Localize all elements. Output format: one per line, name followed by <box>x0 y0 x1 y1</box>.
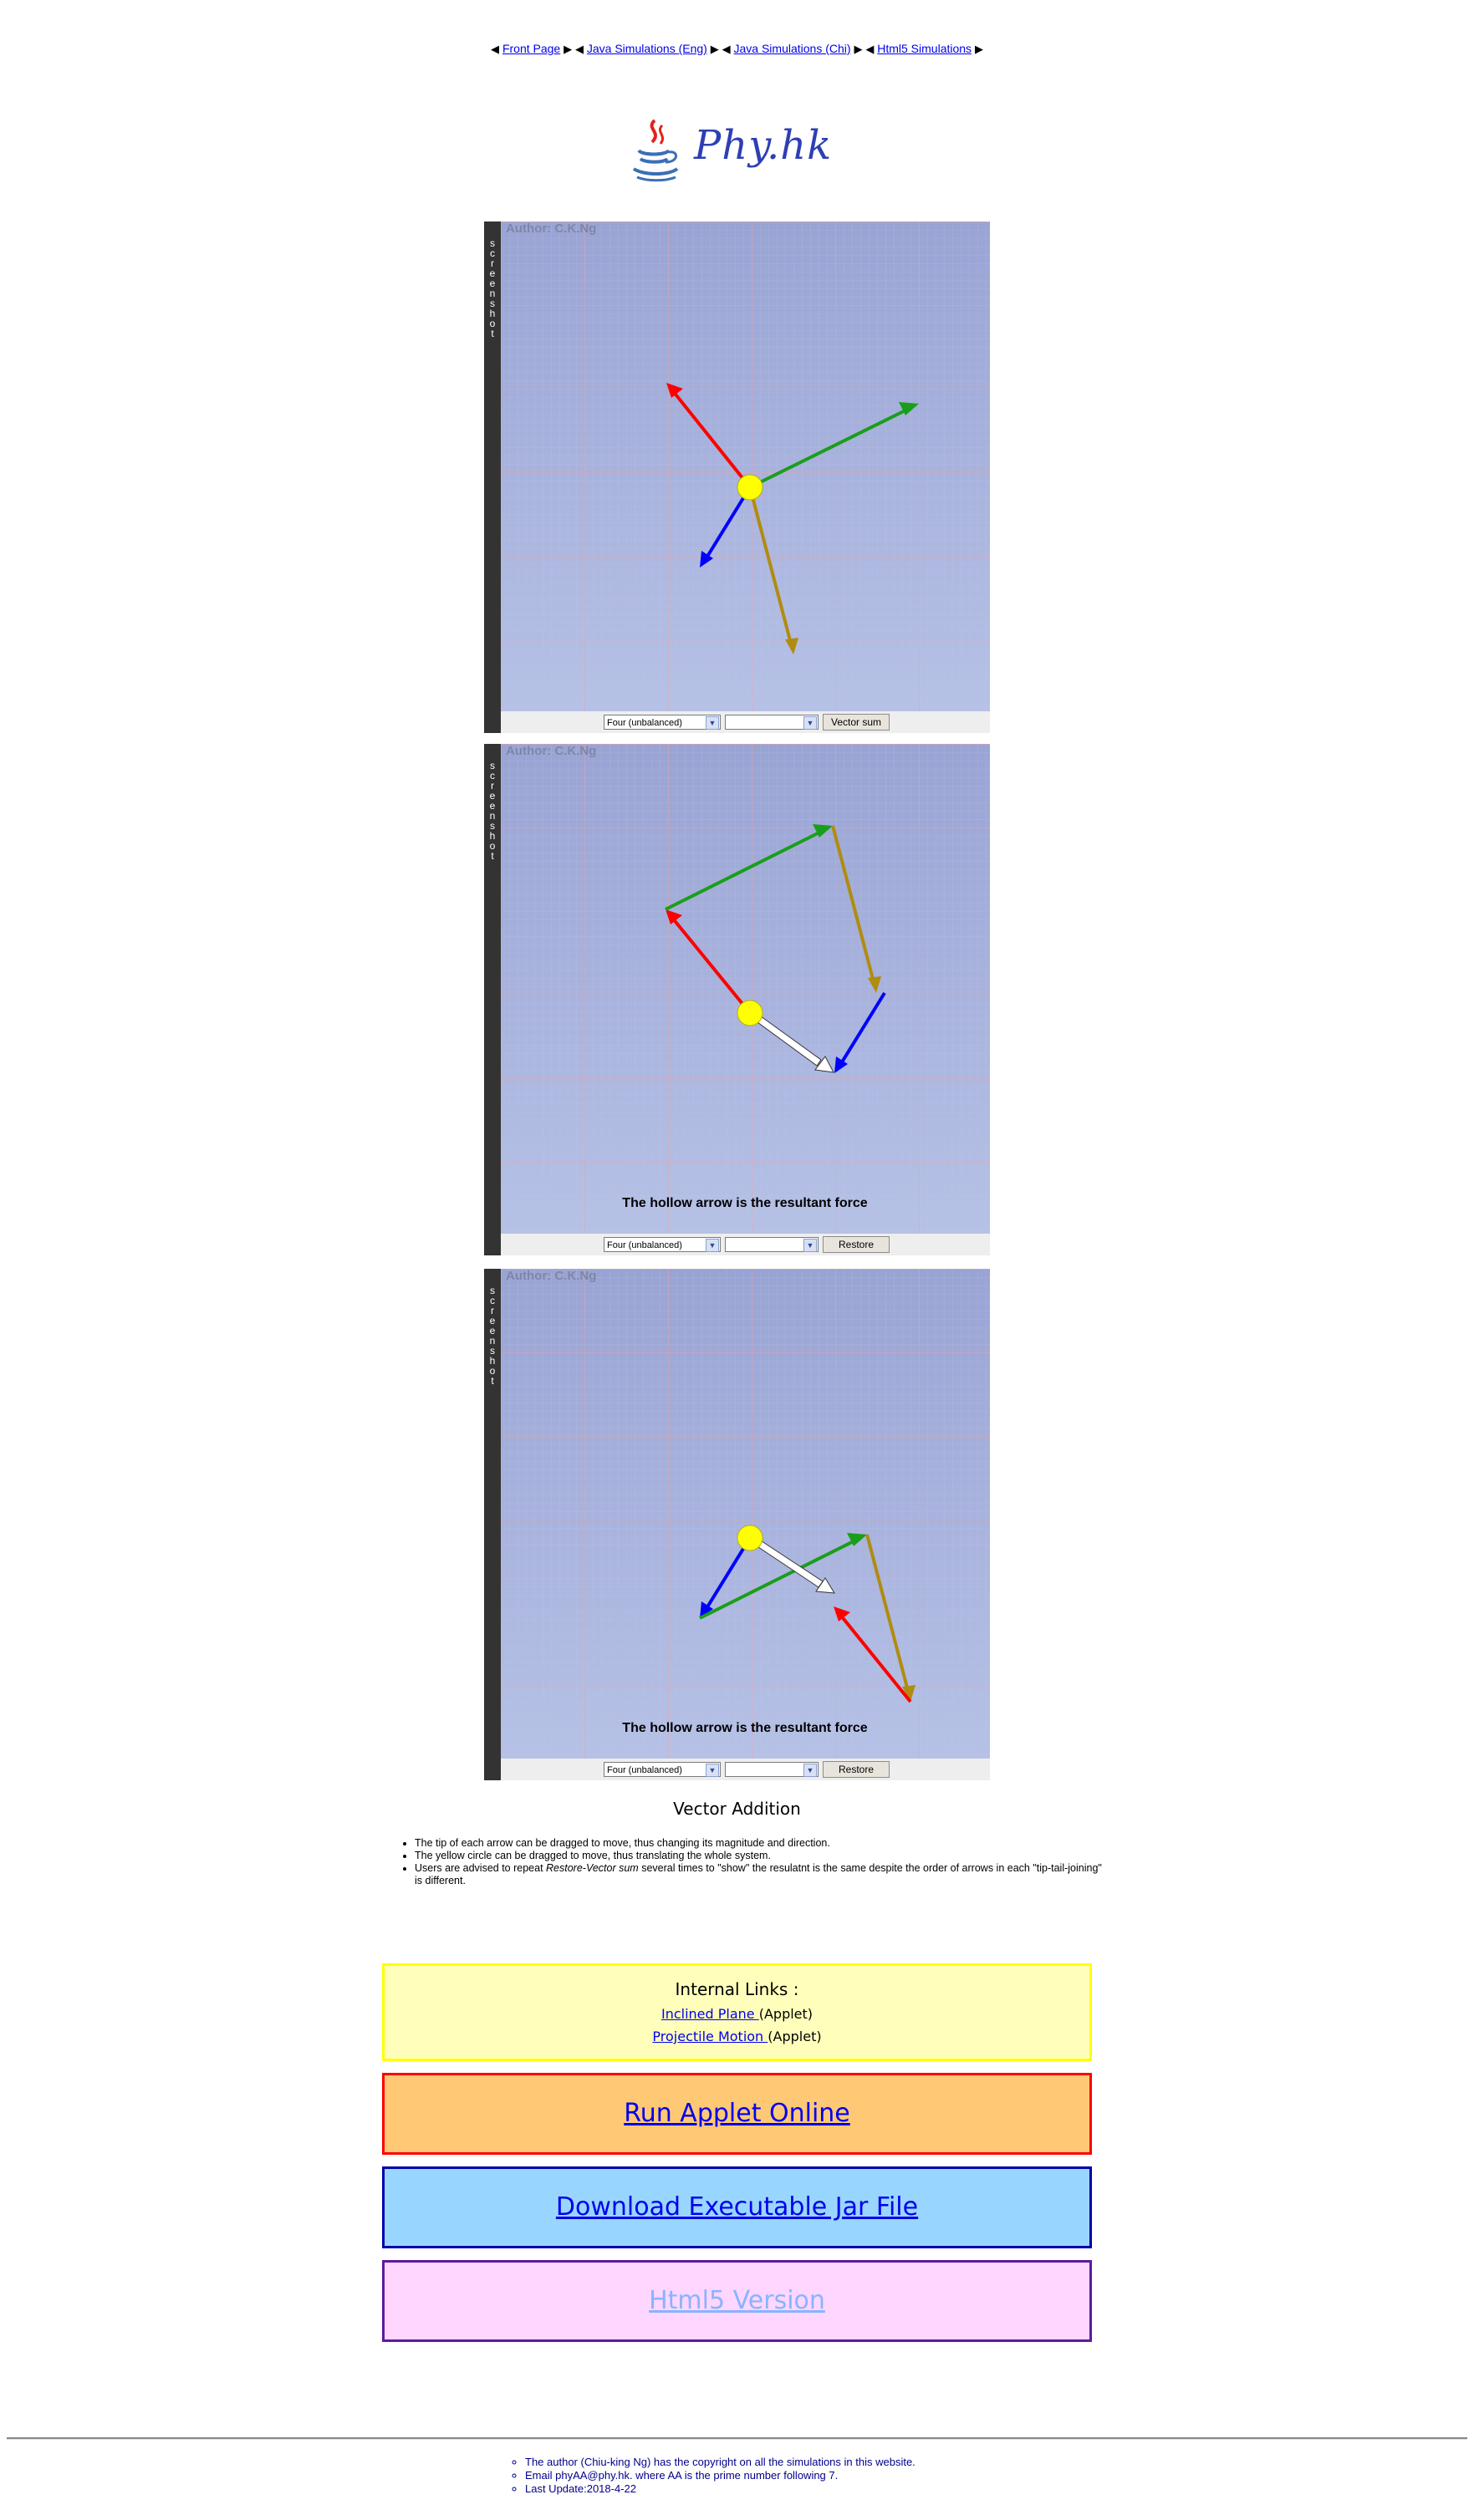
footer-list: The author (Chiu-king Ng) has the copyri… <box>508 2456 916 2496</box>
author-label: Author: C.K.Ng <box>506 221 597 236</box>
instructions-list: The tip of each arrow can be dragged to … <box>393 1837 1109 1887</box>
internal-links-heading: Internal Links : <box>675 1979 799 1999</box>
screenshot-label: screenshot <box>484 1269 501 1780</box>
applet-suffix: (Applet) <box>768 2029 822 2044</box>
left-triangle-icon: ◀ <box>722 43 731 55</box>
inclined-plane-link[interactable]: Inclined Plane <box>661 2006 759 2022</box>
arrow-set-value: Four (unbalanced) <box>607 1765 682 1775</box>
chevron-down-icon: ▼ <box>706 716 719 730</box>
footer-item: Last Update:2018-4-22 <box>525 2482 916 2496</box>
footer-item: The author (Chiu-king Ng) has the copyri… <box>525 2456 916 2469</box>
applet-controls: Four (unbalanced) ▼ ▼ Restore <box>501 1759 990 1780</box>
logo-text: Phy.hk <box>694 122 833 169</box>
chevron-down-icon: ▼ <box>706 1239 719 1252</box>
right-triangle-icon: ▶ <box>974 43 983 55</box>
simulation-title: Vector Addition <box>673 1799 801 1819</box>
applet-controls: Four (unbalanced) ▼ ▼ Vector sum <box>501 711 990 733</box>
footer-divider <box>7 2437 1467 2440</box>
author-label: Author: C.K.Ng <box>506 744 597 758</box>
coarse-grid <box>501 1269 990 1759</box>
chevron-down-icon: ▼ <box>803 1239 817 1252</box>
secondary-select[interactable]: ▼ <box>725 715 819 730</box>
arrow-set-value: Four (unbalanced) <box>607 718 682 728</box>
applet-screenshot-2: screenshot The hollow arrow is the resul… <box>484 744 990 1255</box>
vector-canvas[interactable]: The hollow arrow is the resultant force <box>501 1269 990 1759</box>
left-triangle-icon: ◀ <box>491 43 500 55</box>
chevron-down-icon: ▼ <box>706 1764 719 1777</box>
coarse-grid <box>501 744 990 1234</box>
vector-canvas[interactable] <box>501 221 990 711</box>
right-triangle-icon: ▶ <box>710 43 719 55</box>
left-triangle-icon: ◀ <box>865 43 875 55</box>
applet-controls: Four (unbalanced) ▼ ▼ Restore <box>501 1234 990 1255</box>
instruction-item: The tip of each arrow can be dragged to … <box>415 1837 1109 1850</box>
run-applet-online-link[interactable]: Run Applet Online <box>624 2099 850 2128</box>
run-applet-box: Run Applet Online <box>382 2073 1092 2155</box>
nav-java-simulations-chi[interactable]: Java Simulations (Chi) <box>734 42 851 55</box>
restore-button[interactable]: Restore <box>823 1761 890 1778</box>
yellow-origin-circle[interactable] <box>737 474 763 501</box>
download-jar-box: Download Executable Jar File <box>382 2166 1092 2248</box>
top-navigation: ◀ Front Page ▶ ◀ Java Simulations (Eng) … <box>0 42 1474 56</box>
left-triangle-icon: ◀ <box>574 43 584 55</box>
coarse-grid <box>501 221 990 711</box>
applet-suffix: (Applet) <box>758 2006 814 2022</box>
right-triangle-icon: ▶ <box>564 43 573 55</box>
chevron-down-icon: ▼ <box>803 716 817 730</box>
internal-links-box: Internal Links : Inclined Plane (Applet)… <box>382 1963 1092 2061</box>
nav-html5-simulations[interactable]: Html5 Simulations <box>877 42 972 55</box>
right-triangle-icon: ▶ <box>854 43 863 55</box>
instruction-item: Users are advised to repeat Restore-Vect… <box>415 1862 1109 1887</box>
chevron-down-icon: ▼ <box>803 1764 817 1777</box>
html5-version-link[interactable]: Html5 Version <box>649 2286 825 2315</box>
yellow-origin-circle[interactable] <box>737 1000 763 1026</box>
restore-button[interactable]: Restore <box>823 1236 890 1253</box>
site-logo[interactable]: Phy.hk <box>627 117 836 184</box>
applet-screenshot-1: screenshot Author: C.K.Ng Four (unbalanc… <box>484 221 990 733</box>
instruction-item: The yellow circle can be dragged to move… <box>415 1850 1109 1862</box>
secondary-select[interactable]: ▼ <box>725 1762 819 1777</box>
secondary-select[interactable]: ▼ <box>725 1237 819 1252</box>
vector-sum-button[interactable]: Vector sum <box>823 714 890 731</box>
resultant-caption: The hollow arrow is the resultant force <box>622 1196 867 1210</box>
yellow-origin-circle[interactable] <box>737 1525 763 1551</box>
arrow-set-select[interactable]: Four (unbalanced) ▼ <box>604 715 721 730</box>
applet-screenshot-3: screenshot The hollow arrow is the resul… <box>484 1269 990 1780</box>
arrow-set-select[interactable]: Four (unbalanced) ▼ <box>604 1762 721 1777</box>
resultant-caption: The hollow arrow is the resultant force <box>622 1721 867 1735</box>
author-label: Author: C.K.Ng <box>506 1269 597 1283</box>
nav-front-page[interactable]: Front Page <box>502 42 560 55</box>
java-cup-icon <box>632 119 679 182</box>
vector-canvas[interactable]: The hollow arrow is the resultant force <box>501 744 990 1234</box>
download-jar-link[interactable]: Download Executable Jar File <box>556 2192 918 2222</box>
projectile-motion-link[interactable]: Projectile Motion <box>652 2029 768 2044</box>
internal-link-row: Projectile Motion (Applet) <box>385 2029 1089 2044</box>
footer-item: Email phyAA@phy.hk. where AA is the prim… <box>525 2469 916 2482</box>
screenshot-label: screenshot <box>484 221 501 733</box>
internal-link-row: Inclined Plane (Applet) <box>385 2006 1089 2022</box>
nav-java-simulations-eng[interactable]: Java Simulations (Eng) <box>587 42 707 55</box>
arrow-set-select[interactable]: Four (unbalanced) ▼ <box>604 1237 721 1252</box>
screenshot-label: screenshot <box>484 744 501 1255</box>
arrow-set-value: Four (unbalanced) <box>607 1240 682 1250</box>
html5-version-box: Html5 Version <box>382 2260 1092 2342</box>
